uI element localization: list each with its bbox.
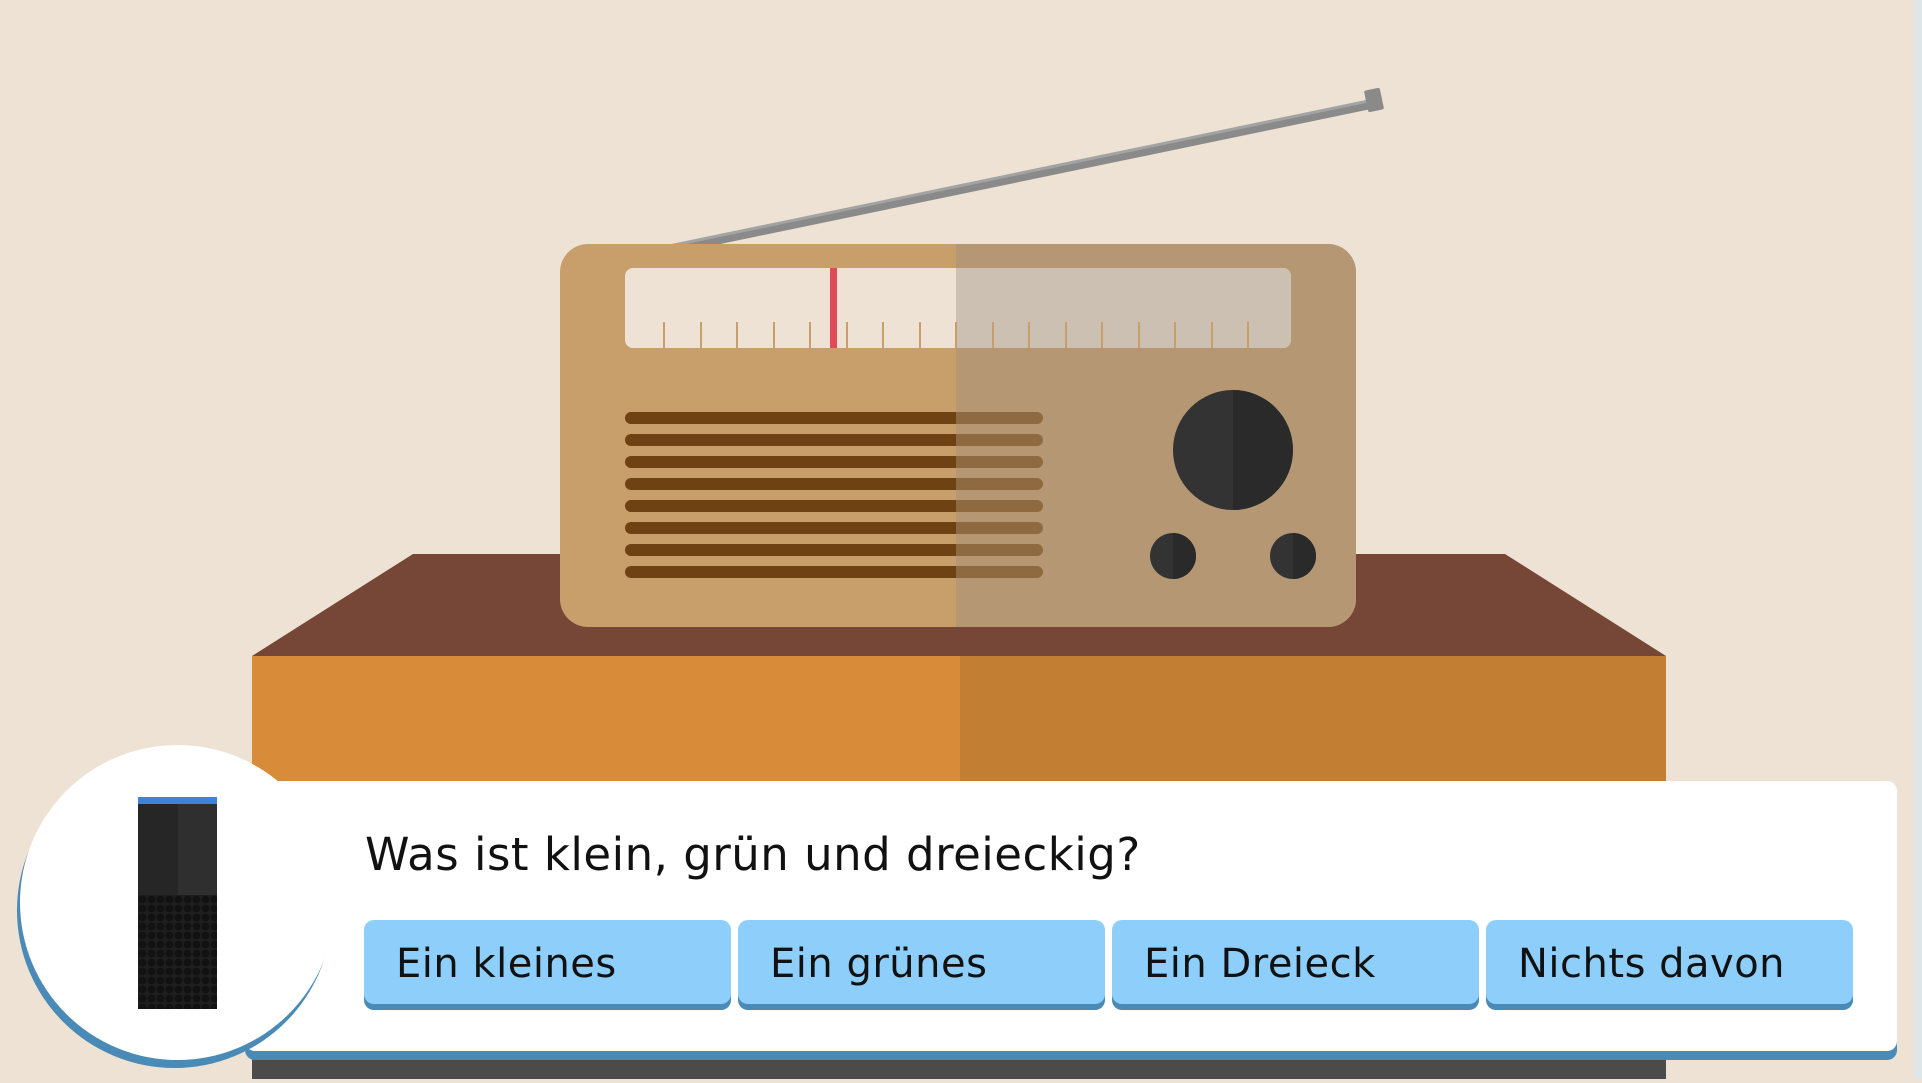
radio-antenna <box>645 98 1383 259</box>
table-lower-shadow <box>252 1050 1666 1079</box>
light-ring <box>138 797 217 804</box>
dial-needle <box>830 268 837 348</box>
answer-button-1[interactable]: Ein kleines <box>364 920 731 1004</box>
answer-button-4[interactable]: Nichts davon <box>1486 920 1853 1004</box>
screen-edge <box>1914 0 1922 1079</box>
question-text: Was ist klein, grün und dreieckig? <box>365 828 1141 881</box>
answer-label: Nichts davon <box>1518 941 1786 987</box>
answer-label: Ein kleines <box>396 941 617 987</box>
echo-speaker-icon <box>138 797 217 1009</box>
dialog-panel <box>245 781 1897 1051</box>
small-knob-right <box>1270 533 1316 579</box>
answer-options: Ein kleines Ein grünes Ein Dreieck Nicht… <box>364 920 1857 1008</box>
small-knob-left <box>1150 533 1196 579</box>
answer-label: Ein Dreieck <box>1144 941 1376 987</box>
answer-button-2[interactable]: Ein grünes <box>738 920 1105 1004</box>
answer-button-3[interactable]: Ein Dreieck <box>1112 920 1479 1004</box>
answer-label: Ein grünes <box>770 941 988 987</box>
speaker-grille-icon <box>138 895 217 1009</box>
volume-knob <box>1173 390 1293 510</box>
